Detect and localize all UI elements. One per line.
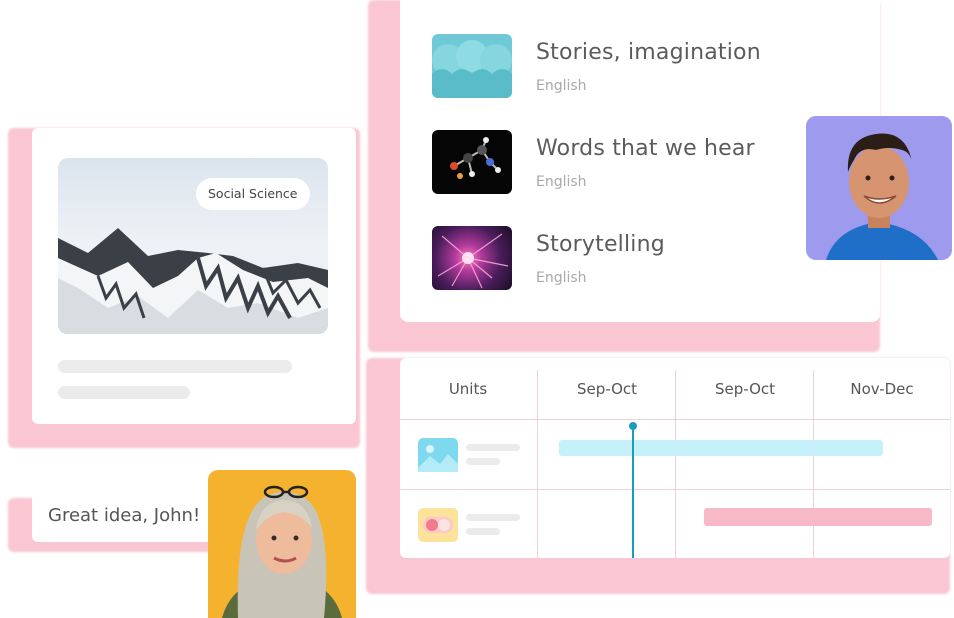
lesson-thumbnail [432, 130, 512, 194]
unit-timeline: Units Sep-Oct Sep-Oct Nov-Dec [400, 358, 950, 558]
grid-line [675, 370, 676, 558]
lesson-title: Storytelling [536, 232, 665, 257]
column-header-period: Sep-Oct [576, 380, 638, 398]
subject-tag[interactable]: Social Science [196, 178, 310, 210]
lesson-item[interactable]: Stories, imagination English [432, 34, 872, 98]
lesson-thumbnail [432, 34, 512, 98]
text-placeholder [58, 360, 292, 373]
lesson-title: Words that we hear [536, 136, 755, 161]
lesson-thumbnail [432, 226, 512, 290]
course-cover-image: Social Science [58, 158, 328, 334]
current-date-line [632, 426, 634, 558]
lesson-subject: English [536, 174, 587, 190]
lesson-subject: English [536, 270, 587, 286]
course-card[interactable]: Social Science [32, 128, 356, 424]
image-unit-icon [418, 438, 458, 472]
text-placeholder [58, 386, 190, 399]
column-header-period: Sep-Oct [714, 380, 776, 398]
man-portrait-image [826, 133, 938, 260]
column-header-units: Units [448, 380, 488, 398]
text-placeholder [466, 528, 500, 535]
grid-line [400, 489, 950, 490]
grid-line [537, 370, 538, 558]
text-placeholder [466, 514, 520, 521]
woman-portrait-image [222, 485, 342, 618]
toggle-unit-icon [418, 508, 458, 542]
avatar[interactable] [208, 470, 356, 618]
avatar[interactable] [806, 116, 952, 260]
lesson-title: Stories, imagination [536, 40, 761, 65]
neuron-icon [437, 233, 509, 289]
molecule-icon [450, 137, 501, 179]
grid-line [400, 419, 950, 420]
cloud-pattern-icon [432, 40, 512, 98]
unit-schedule-bar[interactable] [704, 508, 932, 526]
column-header-period: Nov-Dec [850, 380, 914, 398]
text-placeholder [466, 444, 520, 451]
lesson-subject: English [536, 78, 587, 94]
text-placeholder [466, 458, 500, 465]
unit-schedule-bar[interactable] [559, 440, 883, 456]
grid-line [813, 370, 814, 558]
